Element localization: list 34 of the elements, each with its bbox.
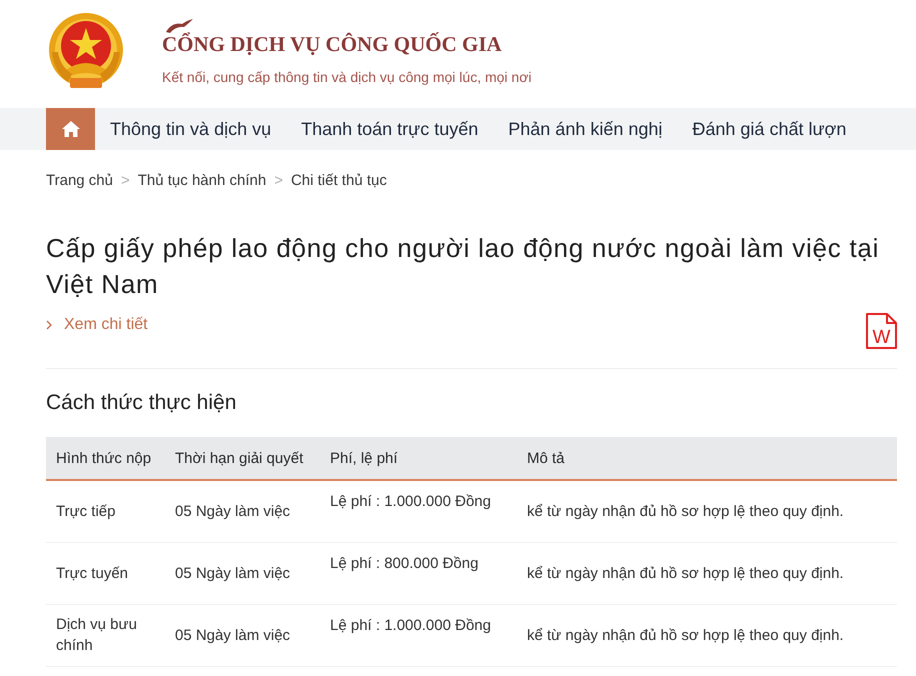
nav-link[interactable]: Thanh toán trực tuyến: [286, 108, 494, 150]
home-button[interactable]: [46, 108, 95, 150]
table-cell: Lệ phí : 1.000.000 Đồng: [320, 480, 517, 542]
table-cell: Dịch vụ bưu chính: [46, 604, 165, 666]
breadcrumb-link[interactable]: Thủ tục hành chính: [138, 172, 266, 190]
chevron-right-icon: [46, 320, 52, 330]
procedure-title: Cấp giấy phép lao động cho người lao động nước ngoài làm việc tại Việt Nam: [46, 232, 880, 301]
column-header: Thời hạn giải quyết: [165, 437, 320, 480]
details-link[interactable]: Xem chi tiết: [46, 312, 148, 336]
breadcrumb-link[interactable]: Chi tiết thủ tục: [290, 172, 387, 190]
column-header: Hình thức nộp: [46, 437, 165, 480]
table-cell: kể từ ngày nhận đủ hồ sơ hợp lệ theo quy định.: [517, 480, 897, 542]
table-cell: 05 Ngày làm việc: [165, 542, 320, 604]
home-icon: [60, 120, 80, 138]
table-cell: Lệ phí : 1.000.000 Đồng: [320, 604, 517, 666]
portal-title: CỔNG DỊCH VỤ CÔNG QUỐC GIA: [162, 32, 503, 56]
table-cell: 05 Ngày làm việc: [165, 480, 320, 542]
table-cell: kể từ ngày nhận đủ hồ sơ hợp lệ theo quy định.: [517, 604, 897, 666]
column-header: Mô tả: [517, 437, 897, 480]
bird-logo-icon: [164, 18, 194, 34]
breadcrumb-separator: >: [120, 172, 130, 190]
table-cell: kể từ ngày nhận đủ hồ sơ hợp lệ theo quy định.: [517, 542, 897, 604]
table-cell: Lệ phí : 800.000 Đồng: [320, 542, 517, 604]
table-cell: Trực tuyến: [46, 542, 165, 604]
nav-link[interactable]: Phản ánh kiến nghị: [493, 108, 678, 150]
breadcrumb-link[interactable]: Trang chủ: [46, 172, 113, 190]
table-cell: Trực tiếp: [46, 480, 165, 542]
section-title: Cách thức thực hiện: [46, 390, 238, 416]
table-cell: 05 Ngày làm việc: [165, 604, 320, 666]
nav-link[interactable]: Thông tin và dịch vụ: [95, 108, 286, 150]
nav-link[interactable]: Đánh giá chất lượn: [677, 108, 862, 150]
breadcrumb-separator: >: [274, 172, 283, 190]
column-header: Phí, lệ phí: [320, 437, 517, 480]
portal-tagline: Kết nối, cung cấp thông tin và dịch vụ công mọi lúc, mọi nơi: [162, 68, 532, 86]
